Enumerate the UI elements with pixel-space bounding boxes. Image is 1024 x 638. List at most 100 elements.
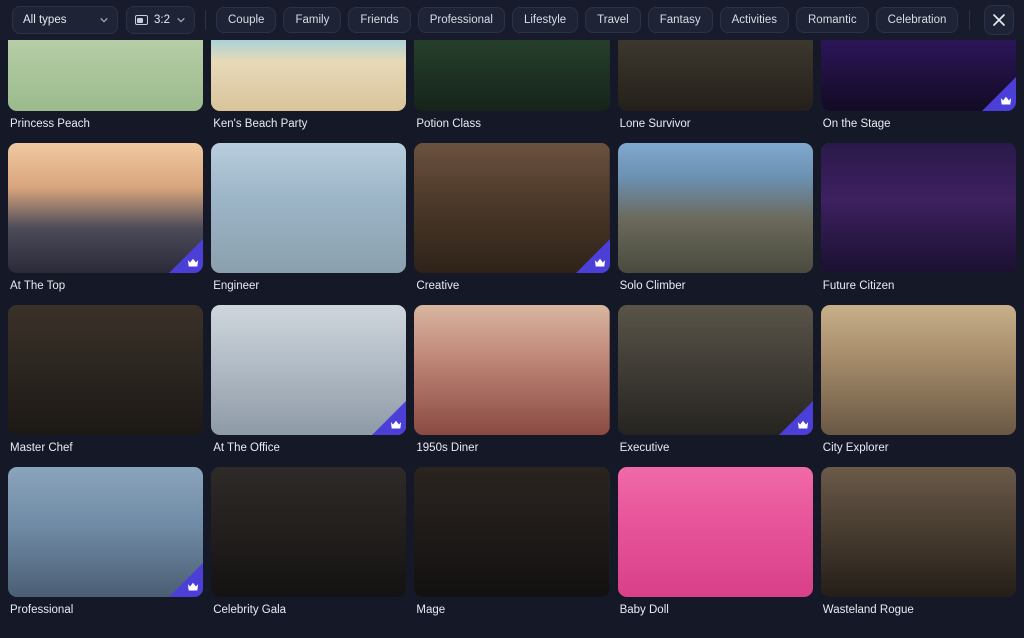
template-thumbnail[interactable] [617, 467, 813, 597]
close-button[interactable] [984, 5, 1014, 35]
category-chip-label: Travel [597, 14, 629, 26]
template-thumbnail[interactable] [414, 143, 610, 273]
category-chip-activities[interactable]: Activities [719, 7, 789, 33]
template-title: Wasteland Rogue [822, 604, 914, 616]
template-card[interactable]: At The Top [8, 143, 204, 305]
template-thumbnail[interactable] [414, 467, 610, 597]
template-thumbnail-image [211, 467, 407, 597]
category-chip-label: Celebration [887, 14, 947, 26]
crown-icon [1000, 96, 1012, 105]
template-title: Creative [416, 280, 460, 292]
template-thumbnail-image [820, 467, 1016, 597]
category-chip-celebration[interactable]: Celebration [875, 7, 959, 33]
template-title: At The Top [10, 280, 66, 292]
template-thumbnail-image [617, 143, 813, 273]
template-card[interactable]: Celebrity Gala [211, 467, 407, 629]
aspect-ratio-dropdown[interactable]: 3:2 [126, 6, 195, 34]
crown-icon [188, 258, 199, 267]
template-thumbnail[interactable] [211, 305, 407, 435]
template-gallery-grid: Princess Peach Ken's Beach Party Potion Cl… [0, 0, 1024, 638]
category-chip-fantasy[interactable]: Fantasy [647, 7, 713, 33]
category-chip-label: Activities [731, 14, 777, 26]
category-chip-professional[interactable]: Professional [417, 7, 505, 33]
category-chip-label: Professional [429, 14, 493, 26]
template-thumbnail-image [414, 467, 610, 597]
template-title: Baby Doll [619, 604, 669, 616]
template-title: Potion Class [416, 118, 481, 130]
premium-badge [372, 401, 407, 435]
template-thumbnail[interactable] [820, 467, 1016, 597]
category-chip-lifestyle[interactable]: Lifestyle [511, 7, 579, 33]
toolbar-divider [205, 10, 206, 30]
category-chip-label: Family [295, 14, 330, 26]
template-card[interactable]: Professional [8, 467, 204, 629]
template-thumbnail[interactable] [8, 143, 204, 273]
premium-badge [575, 239, 610, 273]
template-card[interactable]: Baby Doll [617, 467, 813, 629]
category-chip-label: Friends [360, 14, 399, 26]
close-icon [993, 14, 1005, 26]
crown-icon [594, 258, 605, 267]
crown-icon [797, 420, 808, 429]
template-title: Future Citizen [822, 280, 895, 292]
template-thumbnail[interactable] [820, 305, 1016, 435]
type-filter-label: All types [23, 14, 67, 26]
template-title: Professional [10, 604, 74, 616]
template-thumbnail[interactable] [617, 305, 813, 435]
template-title: Mage [416, 604, 446, 616]
toolbar-divider-end [969, 10, 970, 30]
template-card[interactable]: Future Citizen [820, 143, 1016, 305]
template-thumbnail[interactable] [211, 467, 407, 597]
template-card[interactable]: Wasteland Rogue [820, 467, 1016, 629]
category-chip-couple[interactable]: Couple [216, 7, 277, 33]
filter-toolbar: All types 3:2 Couple Family Friends Profess… [0, 0, 1024, 40]
template-title: Ken's Beach Party [213, 118, 308, 130]
premium-badge [169, 563, 204, 597]
template-title: Lone Survivor [619, 118, 691, 130]
template-card[interactable]: City Explorer [820, 305, 1016, 467]
category-chip-friends[interactable]: Friends [348, 7, 411, 33]
template-title: On the Stage [822, 118, 891, 130]
premium-badge [169, 239, 204, 273]
category-chip-travel[interactable]: Travel [585, 7, 641, 33]
template-thumbnail-image [211, 143, 407, 273]
template-card[interactable]: Solo Climber [617, 143, 813, 305]
template-thumbnail[interactable] [820, 143, 1016, 273]
template-title: 1950s Diner [416, 442, 479, 454]
crown-icon [391, 420, 402, 429]
frame-icon [135, 15, 148, 25]
premium-badge [778, 401, 813, 435]
template-card[interactable]: Engineer [211, 143, 407, 305]
type-filter-dropdown[interactable]: All types [12, 6, 118, 34]
template-card[interactable]: Master Chef [8, 305, 204, 467]
crown-icon [188, 582, 199, 591]
template-title: Executive [619, 442, 670, 454]
template-card[interactable]: At The Office [211, 305, 407, 467]
category-chip-label: Lifestyle [523, 14, 567, 26]
category-chip-label: Fantasy [659, 14, 701, 26]
template-title: Princess Peach [10, 118, 90, 130]
template-title: Master Chef [10, 442, 73, 454]
template-card[interactable]: 1950s Diner [414, 305, 610, 467]
category-chip-family[interactable]: Family [283, 7, 342, 33]
template-thumbnail-image [820, 143, 1016, 273]
category-chip-list: Couple Family Friends Professional Lifestyle… [216, 7, 959, 33]
chevron-down-icon [177, 18, 185, 23]
aspect-ratio-label: 3:2 [154, 14, 170, 26]
template-card[interactable]: Creative [414, 143, 610, 305]
template-thumbnail-image [8, 305, 204, 435]
chevron-down-icon [100, 18, 108, 23]
template-thumbnail-image [414, 305, 610, 435]
template-thumbnail[interactable] [8, 305, 204, 435]
template-thumbnail[interactable] [414, 305, 610, 435]
template-thumbnail[interactable] [617, 143, 813, 273]
template-thumbnail-image [820, 305, 1016, 435]
template-card[interactable]: Executive [617, 305, 813, 467]
template-thumbnail[interactable] [211, 143, 407, 273]
template-card[interactable]: Mage [414, 467, 610, 629]
category-chip-label: Romantic [808, 14, 857, 26]
template-title: Engineer [213, 280, 260, 292]
template-thumbnail[interactable] [8, 467, 204, 597]
template-title: City Explorer [822, 442, 889, 454]
category-chip-romantic[interactable]: Romantic [796, 7, 869, 33]
